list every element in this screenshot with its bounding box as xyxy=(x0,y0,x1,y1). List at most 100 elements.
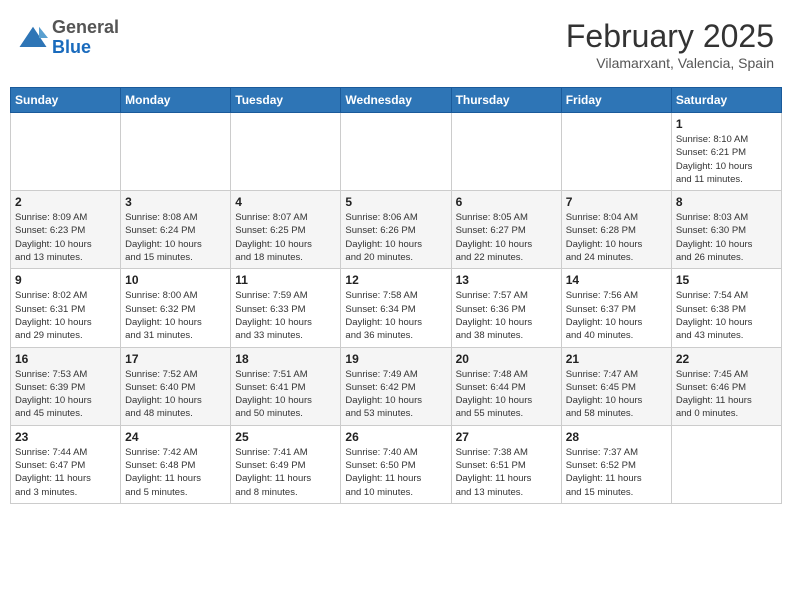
day-number: 3 xyxy=(125,195,226,209)
title-block: February 2025 Vilamarxant, Valencia, Spa… xyxy=(558,10,782,79)
calendar-cell xyxy=(561,113,671,191)
day-info: Sunrise: 7:44 AM Sunset: 6:47 PM Dayligh… xyxy=(15,446,116,499)
weekday-header-row: SundayMondayTuesdayWednesdayThursdayFrid… xyxy=(11,88,782,113)
weekday-header-wednesday: Wednesday xyxy=(341,88,451,113)
weekday-header-friday: Friday xyxy=(561,88,671,113)
calendar-cell xyxy=(11,113,121,191)
week-row-2: 2 Sunrise: 8:09 AM Sunset: 6:23 PM Daylig… xyxy=(11,191,782,269)
day-number: 25 xyxy=(235,430,336,444)
calendar-cell: 2 Sunrise: 8:09 AM Sunset: 6:23 PM Daylig… xyxy=(11,191,121,269)
calendar-cell: 27 Sunrise: 7:38 AM Sunset: 6:51 PM Dayli… xyxy=(451,425,561,503)
day-info: Sunrise: 7:41 AM Sunset: 6:49 PM Dayligh… xyxy=(235,446,336,499)
day-number: 2 xyxy=(15,195,116,209)
day-info: Sunrise: 7:54 AM Sunset: 6:38 PM Dayligh… xyxy=(676,289,777,342)
calendar-cell: 25 Sunrise: 7:41 AM Sunset: 6:49 PM Dayli… xyxy=(231,425,341,503)
calendar-cell xyxy=(231,113,341,191)
day-number: 22 xyxy=(676,352,777,366)
day-info: Sunrise: 7:37 AM Sunset: 6:52 PM Dayligh… xyxy=(566,446,667,499)
page-header: General Blue February 2025 Vilamarxant, … xyxy=(10,10,782,79)
day-info: Sunrise: 8:07 AM Sunset: 6:25 PM Dayligh… xyxy=(235,211,336,264)
calendar-cell xyxy=(341,113,451,191)
day-number: 9 xyxy=(15,273,116,287)
calendar-cell: 15Sunrise: 7:54 AM Sunset: 6:38 PM Dayli… xyxy=(671,269,781,347)
weekday-header-tuesday: Tuesday xyxy=(231,88,341,113)
calendar-cell: 12 Sunrise: 7:58 AM Sunset: 6:34 PM Dayli… xyxy=(341,269,451,347)
calendar-cell: 5 Sunrise: 8:06 AM Sunset: 6:26 PM Daylig… xyxy=(341,191,451,269)
weekday-header-thursday: Thursday xyxy=(451,88,561,113)
day-info: Sunrise: 8:00 AM Sunset: 6:32 PM Dayligh… xyxy=(125,289,226,342)
day-number: 5 xyxy=(345,195,446,209)
day-number: 26 xyxy=(345,430,446,444)
day-number: 28 xyxy=(566,430,667,444)
calendar-cell: 23 Sunrise: 7:44 AM Sunset: 6:47 PM Dayli… xyxy=(11,425,121,503)
logo-general: General xyxy=(52,18,119,38)
day-info: Sunrise: 7:56 AM Sunset: 6:37 PM Dayligh… xyxy=(566,289,667,342)
weekday-header-sunday: Sunday xyxy=(11,88,121,113)
day-number: 10 xyxy=(125,273,226,287)
calendar-cell: 21Sunrise: 7:47 AM Sunset: 6:45 PM Dayli… xyxy=(561,347,671,425)
day-info: Sunrise: 7:42 AM Sunset: 6:48 PM Dayligh… xyxy=(125,446,226,499)
calendar-cell: 3Sunrise: 8:08 AM Sunset: 6:24 PM Daylig… xyxy=(121,191,231,269)
day-number: 17 xyxy=(125,352,226,366)
day-number: 13 xyxy=(456,273,557,287)
calendar-cell: 1 Sunrise: 8:10 AM Sunset: 6:21 PM Daylig… xyxy=(671,113,781,191)
calendar-cell: 19 Sunrise: 7:49 AM Sunset: 6:42 PM Dayli… xyxy=(341,347,451,425)
day-info: Sunrise: 8:03 AM Sunset: 6:30 PM Dayligh… xyxy=(676,211,777,264)
day-number: 18 xyxy=(235,352,336,366)
month-year: February 2025 xyxy=(566,18,774,55)
calendar-cell: 17Sunrise: 7:52 AM Sunset: 6:40 PM Dayli… xyxy=(121,347,231,425)
day-number: 12 xyxy=(345,273,446,287)
logo: General Blue xyxy=(10,10,127,66)
calendar: SundayMondayTuesdayWednesdayThursdayFrid… xyxy=(10,87,782,504)
day-info: Sunrise: 8:10 AM Sunset: 6:21 PM Dayligh… xyxy=(676,133,777,186)
calendar-cell: 9 Sunrise: 8:02 AM Sunset: 6:31 PM Daylig… xyxy=(11,269,121,347)
day-info: Sunrise: 7:38 AM Sunset: 6:51 PM Dayligh… xyxy=(456,446,557,499)
day-info: Sunrise: 7:58 AM Sunset: 6:34 PM Dayligh… xyxy=(345,289,446,342)
calendar-cell xyxy=(451,113,561,191)
day-number: 16 xyxy=(15,352,116,366)
day-info: Sunrise: 7:59 AM Sunset: 6:33 PM Dayligh… xyxy=(235,289,336,342)
calendar-cell: 8 Sunrise: 8:03 AM Sunset: 6:30 PM Daylig… xyxy=(671,191,781,269)
day-info: Sunrise: 7:40 AM Sunset: 6:50 PM Dayligh… xyxy=(345,446,446,499)
day-number: 21 xyxy=(566,352,667,366)
calendar-cell: 24 Sunrise: 7:42 AM Sunset: 6:48 PM Dayli… xyxy=(121,425,231,503)
day-number: 14 xyxy=(566,273,667,287)
calendar-cell: 18 Sunrise: 7:51 AM Sunset: 6:41 PM Dayli… xyxy=(231,347,341,425)
calendar-cell: 26 Sunrise: 7:40 AM Sunset: 6:50 PM Dayli… xyxy=(341,425,451,503)
location: Vilamarxant, Valencia, Spain xyxy=(566,55,774,71)
day-info: Sunrise: 8:04 AM Sunset: 6:28 PM Dayligh… xyxy=(566,211,667,264)
day-info: Sunrise: 7:48 AM Sunset: 6:44 PM Dayligh… xyxy=(456,368,557,421)
day-number: 19 xyxy=(345,352,446,366)
calendar-cell: 22Sunrise: 7:45 AM Sunset: 6:46 PM Dayli… xyxy=(671,347,781,425)
calendar-cell xyxy=(121,113,231,191)
weekday-header-monday: Monday xyxy=(121,88,231,113)
day-info: Sunrise: 8:05 AM Sunset: 6:27 PM Dayligh… xyxy=(456,211,557,264)
calendar-cell: 11 Sunrise: 7:59 AM Sunset: 6:33 PM Dayli… xyxy=(231,269,341,347)
logo-blue: Blue xyxy=(52,38,119,58)
day-info: Sunrise: 8:09 AM Sunset: 6:23 PM Dayligh… xyxy=(15,211,116,264)
week-row-4: 16 Sunrise: 7:53 AM Sunset: 6:39 PM Dayli… xyxy=(11,347,782,425)
day-number: 8 xyxy=(676,195,777,209)
calendar-cell: 4Sunrise: 8:07 AM Sunset: 6:25 PM Daylig… xyxy=(231,191,341,269)
day-info: Sunrise: 7:49 AM Sunset: 6:42 PM Dayligh… xyxy=(345,368,446,421)
day-info: Sunrise: 7:53 AM Sunset: 6:39 PM Dayligh… xyxy=(15,368,116,421)
day-number: 20 xyxy=(456,352,557,366)
logo-text: General Blue xyxy=(52,18,119,58)
calendar-cell: 6Sunrise: 8:05 AM Sunset: 6:27 PM Daylig… xyxy=(451,191,561,269)
calendar-cell: 16 Sunrise: 7:53 AM Sunset: 6:39 PM Dayli… xyxy=(11,347,121,425)
day-info: Sunrise: 8:06 AM Sunset: 6:26 PM Dayligh… xyxy=(345,211,446,264)
weekday-header-saturday: Saturday xyxy=(671,88,781,113)
week-row-1: 1 Sunrise: 8:10 AM Sunset: 6:21 PM Daylig… xyxy=(11,113,782,191)
day-number: 27 xyxy=(456,430,557,444)
day-number: 23 xyxy=(15,430,116,444)
day-number: 24 xyxy=(125,430,226,444)
calendar-cell xyxy=(671,425,781,503)
day-number: 11 xyxy=(235,273,336,287)
week-row-3: 9 Sunrise: 8:02 AM Sunset: 6:31 PM Daylig… xyxy=(11,269,782,347)
day-info: Sunrise: 8:02 AM Sunset: 6:31 PM Dayligh… xyxy=(15,289,116,342)
day-info: Sunrise: 7:51 AM Sunset: 6:41 PM Dayligh… xyxy=(235,368,336,421)
calendar-cell: 28 Sunrise: 7:37 AM Sunset: 6:52 PM Dayli… xyxy=(561,425,671,503)
day-number: 1 xyxy=(676,117,777,131)
week-row-5: 23 Sunrise: 7:44 AM Sunset: 6:47 PM Dayli… xyxy=(11,425,782,503)
day-number: 7 xyxy=(566,195,667,209)
